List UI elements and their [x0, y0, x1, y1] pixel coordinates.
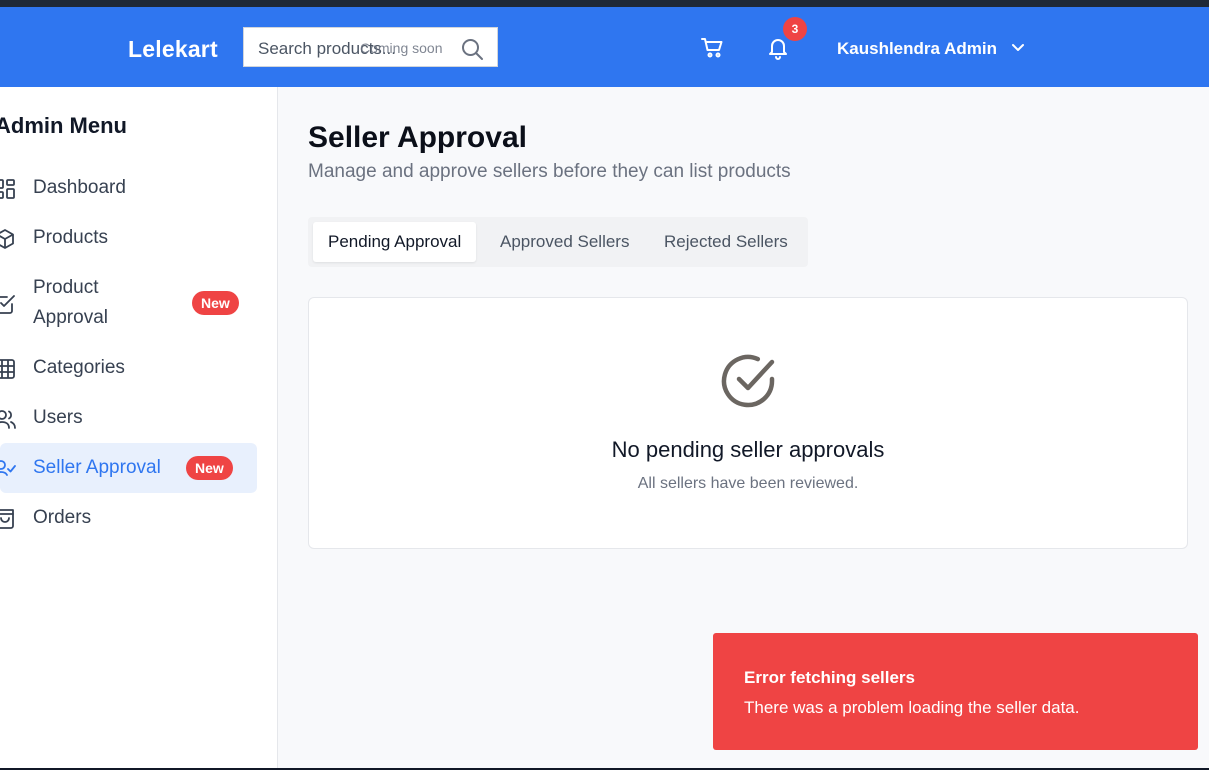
sidebar-item-dashboard[interactable]: Dashboard [0, 163, 257, 213]
search-bar[interactable]: Search products... Coming soon [243, 27, 498, 67]
sidebar-item-label: Users [33, 407, 83, 428]
sidebar-item-product-approval[interactable]: Product Approval New [0, 273, 257, 333]
check-circle-icon [721, 354, 775, 408]
empty-state-card: No pending seller approvals All sellers … [308, 297, 1188, 549]
users-icon [0, 410, 16, 429]
sidebar-item-label: Products [33, 227, 108, 248]
new-badge: New [186, 456, 233, 480]
sidebar-item-users[interactable]: Users [0, 393, 257, 443]
toast-title: Error fetching sellers [744, 668, 916, 687]
empty-state-description: All sellers have been reviewed. [637, 475, 859, 492]
dashboard-icon [0, 179, 15, 199]
page-title: Seller Approval [308, 121, 527, 154]
sidebar-item-label: Orders [33, 507, 92, 528]
bell-icon[interactable] [766, 36, 790, 60]
tab-rejected-sellers[interactable]: Rejected Sellers [649, 222, 803, 262]
sidebar-item-seller-approval[interactable]: Seller Approval New [0, 443, 257, 493]
sidebar-item-label: Product Approval [33, 277, 108, 328]
new-badge: New [192, 291, 239, 315]
chevron-down-icon[interactable] [1010, 40, 1026, 56]
sidebar-item-label: Seller Approval [33, 457, 161, 478]
error-toast[interactable]: Error fetching sellers There was a probl… [713, 633, 1198, 750]
grid-icon [0, 359, 15, 379]
sidebar-item-label: Categories [33, 357, 125, 378]
user-check-icon [0, 460, 16, 476]
brand-logo[interactable]: Lelekart [128, 36, 218, 63]
toast-message: There was a problem loading the seller d… [744, 698, 1080, 717]
tab-pending-approval[interactable]: Pending Approval [313, 222, 477, 262]
empty-state-title: No pending seller approvals [611, 437, 885, 462]
sidebar-item-categories[interactable]: Categories [0, 343, 257, 393]
tab-list: Pending Approval Approved Sellers Reject… [308, 217, 808, 267]
sidebar-item-orders[interactable]: Orders [0, 493, 257, 543]
page-subtitle: Manage and approve sellers before they c… [308, 161, 791, 182]
cart-icon[interactable] [701, 37, 725, 59]
search-coming-soon-note: Coming soon [360, 40, 443, 56]
notification-count-badge: 3 [783, 17, 807, 41]
user-menu-name[interactable]: Kaushlendra Admin [837, 39, 997, 59]
search-icon[interactable] [460, 37, 484, 61]
top-navbar: Lelekart Search products... Coming soon … [0, 7, 1209, 87]
bag-icon [0, 509, 14, 529]
package-icon [0, 229, 14, 249]
sidebar-title: Admin Menu [0, 113, 127, 138]
sidebar-item-label: Dashboard [33, 177, 126, 198]
tab-approved-sellers[interactable]: Approved Sellers [485, 222, 644, 262]
checkbox-icon [0, 295, 15, 314]
browser-top-strip [0, 0, 1209, 7]
admin-sidebar: Admin Menu Dashboard Products Product Ap… [0, 87, 278, 770]
sidebar-item-products[interactable]: Products [0, 213, 257, 263]
